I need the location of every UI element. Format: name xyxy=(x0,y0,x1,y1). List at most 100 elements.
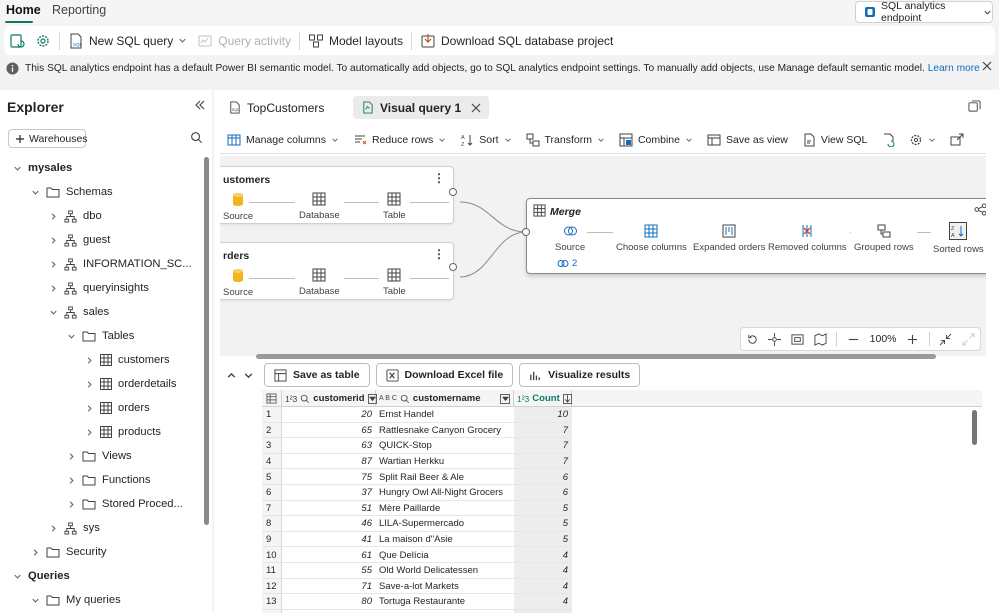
add-warehouses-button[interactable]: Warehouses xyxy=(8,129,88,148)
diagram-scrollbar[interactable] xyxy=(256,354,936,359)
expand-icon[interactable] xyxy=(962,332,975,346)
tab-reporting[interactable]: Reporting xyxy=(52,3,106,17)
combine-button[interactable]: Combine xyxy=(612,133,700,147)
save-as-view-button[interactable]: Save as view xyxy=(700,133,795,147)
chevron-right-icon[interactable] xyxy=(30,548,40,557)
tree-item[interactable]: products xyxy=(84,422,161,442)
endpoint-selector[interactable]: SQL analytics endpoint xyxy=(855,0,993,24)
orders-query-node[interactable]: rders ⋮ Source Database Table xyxy=(220,242,454,300)
step-sorted-rows[interactable]: ZA Sorted rows xyxy=(931,220,986,257)
sort-descending-icon[interactable] xyxy=(562,393,572,404)
filter-dropdown-icon[interactable] xyxy=(500,393,510,404)
tree-item[interactable]: My queries xyxy=(30,590,121,610)
column-header-customername[interactable]: A B C customername xyxy=(376,390,514,407)
zoom-in-icon[interactable] xyxy=(906,333,919,346)
tree-item[interactable]: mysales xyxy=(12,158,72,178)
explorer-scrollbar[interactable] xyxy=(204,157,209,525)
table-row[interactable]: 6 37 Hungry Owl All-Night Grocers 6 xyxy=(262,485,572,501)
close-icon[interactable] xyxy=(981,60,993,72)
table-row[interactable]: 13 80 Tortuga Restaurante 4 xyxy=(262,594,572,610)
tab-topcustomers[interactable]: SQL TopCustomers xyxy=(220,96,332,119)
table-row[interactable]: 8 46 LILA-Supermercado 5 xyxy=(262,516,572,532)
output-port[interactable] xyxy=(449,188,457,196)
grid-scrollbar[interactable] xyxy=(972,410,977,445)
tree-item[interactable]: Stored Proced... xyxy=(66,494,183,514)
chevron-down-icon[interactable] xyxy=(243,370,254,381)
chevron-up-icon[interactable] xyxy=(226,370,237,381)
query-activity-button[interactable]: Query activity xyxy=(192,29,296,53)
step-table[interactable]: Table xyxy=(379,192,410,221)
model-layouts-button[interactable]: Model layouts xyxy=(303,29,408,53)
diagram-canvas[interactable]: ustomers ⋮ Source Database Table rders ⋮ xyxy=(220,156,986,356)
transform-button[interactable]: Transform xyxy=(519,133,612,147)
share-icon[interactable] xyxy=(974,203,986,216)
chevron-right-icon[interactable] xyxy=(48,524,58,533)
step-source[interactable]: Source xyxy=(223,268,253,298)
tree-item[interactable]: orderdetails xyxy=(84,374,176,394)
chevron-down-icon[interactable] xyxy=(12,164,22,173)
merge-query-node[interactable]: Merge Source 2 Choose columns Expanded o… xyxy=(522,198,986,274)
tree-item[interactable]: sales xyxy=(48,302,109,322)
step-removed-columns[interactable]: Removed columns xyxy=(765,224,850,253)
step-choose-columns[interactable]: Choose columns xyxy=(613,224,690,253)
sort-button[interactable]: AZ Sort xyxy=(453,133,518,147)
step-source[interactable]: Source xyxy=(223,192,253,222)
step-database[interactable]: Database xyxy=(295,192,344,221)
tab-visual-query-1[interactable]: Visual query 1 xyxy=(353,96,489,119)
chevron-right-icon[interactable] xyxy=(48,284,58,293)
tree-item[interactable]: customers xyxy=(84,350,170,370)
tree-item[interactable]: Queries xyxy=(12,566,70,586)
more-options-icon[interactable]: ⋮ xyxy=(433,171,445,185)
search-icon[interactable] xyxy=(190,131,203,144)
reset-icon[interactable] xyxy=(746,333,759,346)
chevron-right-icon[interactable] xyxy=(66,500,76,509)
step-expanded-orders[interactable]: Expanded orders xyxy=(690,224,769,253)
step-grouped-rows[interactable]: Grouped rows xyxy=(851,224,917,253)
more-options-icon[interactable]: ⋮ xyxy=(433,247,445,261)
chevron-down-icon[interactable] xyxy=(66,332,76,341)
chevron-down-icon[interactable] xyxy=(48,308,58,317)
table-row[interactable]: 5 75 Split Rail Beer & Ale 6 xyxy=(262,469,572,485)
source-link-count[interactable]: 2 xyxy=(557,258,577,269)
output-port[interactable] xyxy=(449,263,457,271)
select-all-icon[interactable] xyxy=(262,390,282,407)
fit-view-icon[interactable] xyxy=(791,333,804,346)
table-row[interactable]: 2 65 Rattlesnake Canyon Grocery 7 xyxy=(262,423,572,439)
tree-item[interactable]: Security xyxy=(30,542,106,562)
column-header-count[interactable]: 1²3 Count xyxy=(514,390,572,407)
pan-icon[interactable] xyxy=(768,332,782,346)
chevron-right-icon[interactable] xyxy=(84,428,94,437)
chevron-right-icon[interactable] xyxy=(84,356,94,365)
refresh-query-button[interactable] xyxy=(874,133,902,147)
refresh-button[interactable] xyxy=(4,29,30,53)
tree-item[interactable]: Views xyxy=(66,446,132,466)
new-sql-query-button[interactable]: SQL New SQL query xyxy=(63,29,192,53)
tree-item[interactable]: guest xyxy=(48,230,110,250)
tree-item[interactable]: dbo xyxy=(48,206,102,226)
chevron-right-icon[interactable] xyxy=(84,404,94,413)
chevron-right-icon[interactable] xyxy=(48,212,58,221)
tree-item[interactable]: Tables xyxy=(66,326,134,346)
customers-query-node[interactable]: ustomers ⋮ Source Database Table xyxy=(220,166,454,224)
view-sql-button[interactable]: View SQL xyxy=(795,133,875,147)
table-row[interactable]: 11 55 Old World Delicatessen 4 xyxy=(262,563,572,579)
step-database[interactable]: Database xyxy=(295,268,344,297)
table-row[interactable]: 3 63 QUICK-Stop 7 xyxy=(262,438,572,454)
chevron-right-icon[interactable] xyxy=(66,476,76,485)
collapse-icon[interactable] xyxy=(939,333,952,346)
chevron-right-icon[interactable] xyxy=(48,236,58,245)
tree-item[interactable]: Functions xyxy=(66,470,151,490)
reduce-rows-button[interactable]: Reduce rows xyxy=(346,133,453,147)
tree-item[interactable]: Schemas xyxy=(30,182,113,202)
zoom-out-icon[interactable] xyxy=(847,333,860,346)
table-row[interactable]: 9 41 La maison d"Asie 5 xyxy=(262,532,572,548)
popout-button[interactable] xyxy=(943,133,971,147)
chevron-down-icon[interactable] xyxy=(12,572,22,581)
table-row[interactable]: 7 51 Mère Paillarde 5 xyxy=(262,501,572,517)
results-grid[interactable]: 1²3 customerid A B C customername 1²3 Co… xyxy=(262,390,982,613)
step-source[interactable]: Source xyxy=(553,224,588,253)
tree-item[interactable]: orders xyxy=(84,398,150,418)
table-row[interactable]: 10 61 Que Delícia 4 xyxy=(262,547,572,563)
chevron-right-icon[interactable] xyxy=(66,452,76,461)
tree-item[interactable]: queryinsights xyxy=(48,278,149,298)
